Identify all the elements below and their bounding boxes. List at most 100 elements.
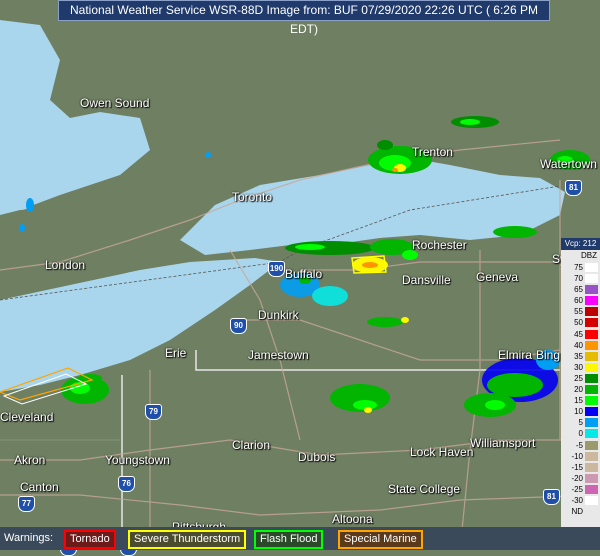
legend-color-swatch [585,473,598,483]
city-name: Altoona [332,512,373,526]
interstate-shield-icon: 76 [118,476,135,492]
legend-color-swatch [585,362,598,372]
legend-level: 45 [561,329,600,340]
interstate-shield-icon: 81 [565,180,582,196]
warning-special-marine[interactable]: Special Marine [338,530,423,549]
city-label-dubois: Dubois [298,450,335,464]
legend-level: 15 [561,395,600,406]
legend-level-label: 65 [574,285,583,295]
city-label-toronto: Toronto [232,190,272,204]
legend-color-swatch [585,274,598,284]
city-name: Cleveland [0,410,54,424]
city-name: Bing [536,348,561,362]
legend-level: 0 [561,428,600,439]
city-name: Jamestown [248,348,309,362]
warning-flash-flood-label: Flash Flood [260,533,318,545]
legend-level-label: 30 [574,362,583,372]
legend-level-label: 15 [574,396,583,406]
interstate-shield-icon: 90 [230,318,247,334]
legend-level-label: 45 [574,329,583,339]
legend-product: Vcp: 212 [561,238,600,250]
legend-level: -5 [561,440,600,451]
interstate-shield-icon: 77 [18,496,35,512]
legend-level-label: -15 [571,462,583,472]
city-label-watertown: Watertown [540,157,597,171]
warning-severe-thunderstorm[interactable]: Severe Thunderstorm [128,530,247,549]
city-label-lock-haven: Lock Haven [410,445,473,459]
city-name: Elmira [498,348,533,362]
legend-level-label: 40 [574,340,583,350]
warning-special-marine-label: Special Marine [344,533,417,545]
legend-level-label: 70 [574,274,583,284]
city-name: Clarion [232,438,271,452]
legend-level: 40 [561,340,600,351]
city-name: Youngstown [105,453,170,467]
legend-level-label: -10 [571,451,583,461]
warning-severe-thunderstorm-label: Severe Thunderstorm [134,533,241,545]
city-label-youngstown: Youngstown [105,453,170,467]
legend-level-label: 0 [578,429,583,439]
city-name: Akron [14,453,46,467]
city-label-canton: Canton [20,480,59,494]
legend-level: -30 [561,495,600,506]
legend-level: 70 [561,273,600,284]
radar-header-title: National Weather Service WSR-88D Image f… [58,0,550,36]
city-name: State College [388,482,461,496]
legend-color-swatch [585,396,598,406]
city-name: Owen Sound [80,96,150,110]
city-label-trenton: Trenton [412,145,453,159]
legend-level: 65 [561,284,600,295]
legend-color-swatch [585,495,598,505]
legend-level-label: -30 [571,495,583,505]
legend-color-swatch [585,429,598,439]
legend-level: 10 [561,406,600,417]
legend-level: -10 [561,451,600,462]
interstate-shield-icon: 190 [268,261,285,277]
city-name: Dubois [298,450,336,464]
legend-level-label: 75 [574,263,583,272]
legend-color-swatch [585,451,598,461]
reflectivity-legend: Vcp: 212 DBZ 75 70 65 60 55 50 45 40 35 30 25 20 15 1… [561,238,600,541]
legend-color-swatch [585,340,598,350]
city-name: Toronto [232,190,273,204]
legend-level-label: 50 [574,318,583,328]
legend-color-swatch [585,440,598,450]
legend-color-swatch [585,307,598,317]
legend-level: 50 [561,317,600,328]
legend-level-label: 5 [578,418,583,428]
warning-tornado-label: Tornado [70,533,110,545]
warning-tornado[interactable]: Tornado [64,530,116,549]
legend-level-label: 25 [574,373,583,383]
city-name: London [45,258,86,272]
legend-level: 35 [561,351,600,362]
legend-level-label: -25 [571,484,583,494]
legend-level-label: -20 [571,473,583,483]
city-label-akron: Akron [14,453,45,467]
warning-flash-flood[interactable]: Flash Flood [254,530,324,549]
legend-color-swatch [585,373,598,383]
city-label-cleveland: Cleveland [0,410,53,424]
city-label-altoona: Altoona [332,512,373,526]
city-label-erie: Erie [165,346,186,360]
city-label-bing: Bing [536,348,560,362]
legend-level: -20 [561,473,600,484]
city-label-owen-sound: Owen Sound [80,96,149,110]
legend-level: ND [561,506,600,517]
city-label-clarion: Clarion [232,438,270,452]
legend-level-label: ND [571,507,583,517]
city-label-state-college: State College [388,482,460,496]
legend-color-swatch [585,418,598,428]
city-name: Williamsport [470,436,536,450]
legend-level-label: 20 [574,385,583,395]
legend-color-swatch [585,296,598,306]
legend-level: -25 [561,484,600,495]
legend-level: -15 [561,462,600,473]
legend-level-label: 60 [574,296,583,306]
legend-color-swatch [585,385,598,395]
city-name: Geneva [476,270,519,284]
legend-color-swatch [585,507,598,517]
city-label-elmira: Elmira [498,348,532,362]
city-label-geneva: Geneva [476,270,518,284]
legend-color-swatch [585,351,598,361]
legend-color-swatch [585,285,598,295]
